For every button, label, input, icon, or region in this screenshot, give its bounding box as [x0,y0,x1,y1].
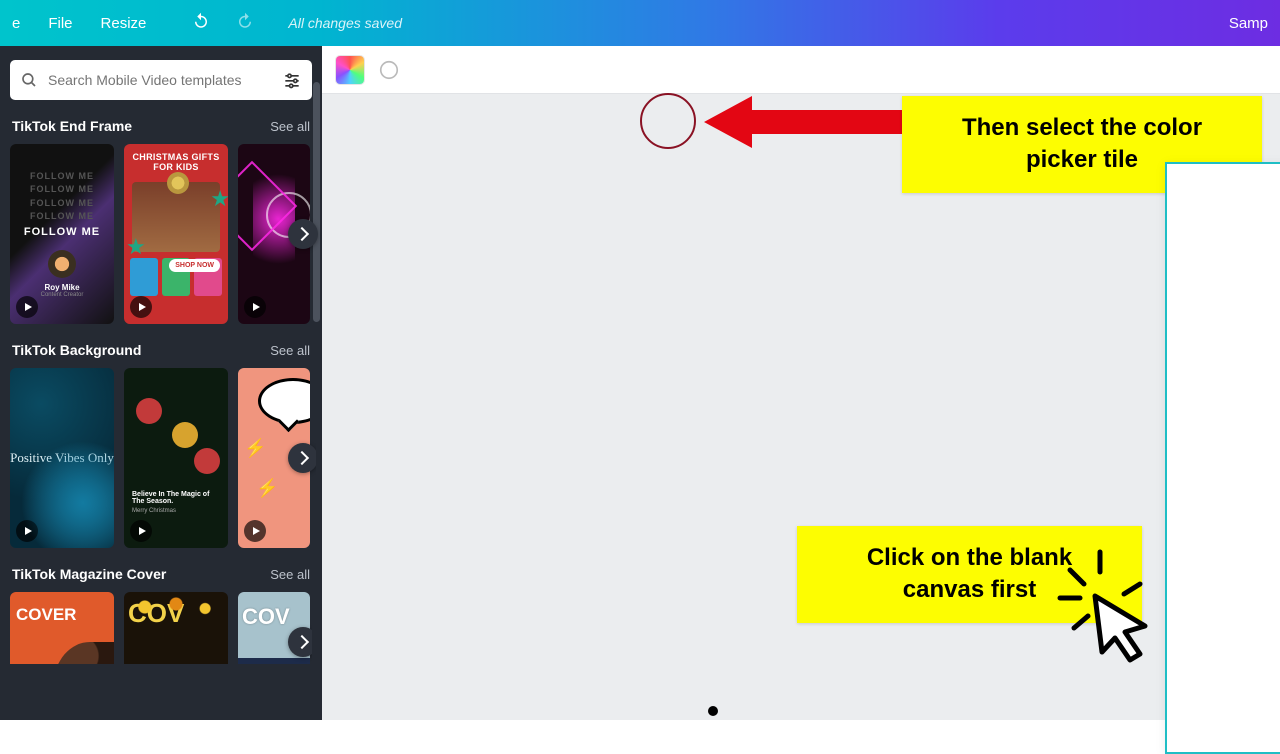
ornament-icon [136,398,162,424]
menu-file[interactable]: File [48,15,72,32]
section-magazine: TikTok Magazine Cover See all COVER COV … [10,566,312,664]
undo-icon[interactable] [192,12,210,35]
color-picker-tile[interactable] [336,56,364,84]
templates-panel: TikTok End Frame See all FOLLOW ME FOLLO… [0,46,322,720]
menu-resize[interactable]: Resize [101,15,147,32]
avatar [48,250,76,278]
section-background: TikTok Background See all Positive Vibes… [10,342,312,548]
template-card[interactable]: CHRISTMAS GIFTS FOR KIDS ★ ★ SHOP NOW [124,144,228,324]
star-icon: ★ [126,234,146,260]
scrollbar-thumb[interactable] [313,82,320,322]
play-icon[interactable] [130,296,152,318]
top-menubar: e File Resize All changes saved Samp [0,0,1280,46]
annotation-arrow [704,92,914,152]
see-all-link[interactable]: See all [270,119,310,134]
see-all-link[interactable]: See all [270,343,310,358]
template-card[interactable]: FOLLOW ME FOLLOW ME FOLLOW ME FOLLOW ME … [10,144,114,324]
ornament-icon [194,448,220,474]
see-all-link[interactable]: See all [270,567,310,582]
template-card[interactable]: Believe In The Magic of The Season.Merry… [124,368,228,548]
annotation-circle [640,93,696,149]
doc-name-trunc[interactable]: Samp [1229,15,1268,32]
decorative-dot [708,706,718,716]
ornament-icon [172,422,198,448]
section-endframe: TikTok End Frame See all FOLLOW ME FOLLO… [10,118,312,324]
speech-bubble-icon [258,378,310,424]
filters-icon[interactable] [282,70,302,90]
template-card[interactable]: Positive Vibes Only [10,368,114,548]
section-title: TikTok Magazine Cover [12,566,166,582]
save-status-label: All changes saved [288,15,402,31]
canvas-area: Then select the color picker tile Click … [322,46,1280,720]
play-icon[interactable] [16,520,38,542]
section-title: TikTok Background [12,342,141,358]
play-icon[interactable] [16,296,38,318]
bolt-icon: ⚡ [256,478,278,499]
search-input[interactable] [48,72,272,88]
click-cursor-icon [1040,546,1160,666]
search-icon [20,71,38,89]
play-icon[interactable] [244,520,266,542]
carousel-next-icon[interactable] [288,443,318,473]
redo-icon[interactable] [236,12,254,35]
bolt-icon: ⚡ [244,438,266,459]
template-card[interactable]: COV [124,592,228,664]
editor-toolbar [322,46,1280,94]
blank-canvas[interactable] [1165,162,1280,754]
search-field[interactable] [10,60,312,100]
play-icon[interactable] [244,296,266,318]
carousel-next-icon[interactable] [288,627,312,657]
section-title: TikTok End Frame [12,118,132,134]
bow-icon [167,172,189,194]
menu-home[interactable]: e [12,15,20,32]
effects-icon[interactable] [378,59,400,81]
play-icon[interactable] [130,520,152,542]
carousel-next-icon[interactable] [288,219,318,249]
star-icon: ★ [210,186,228,212]
shop-now-badge: SHOP NOW [169,259,220,272]
template-card[interactable]: COVER [10,592,114,664]
